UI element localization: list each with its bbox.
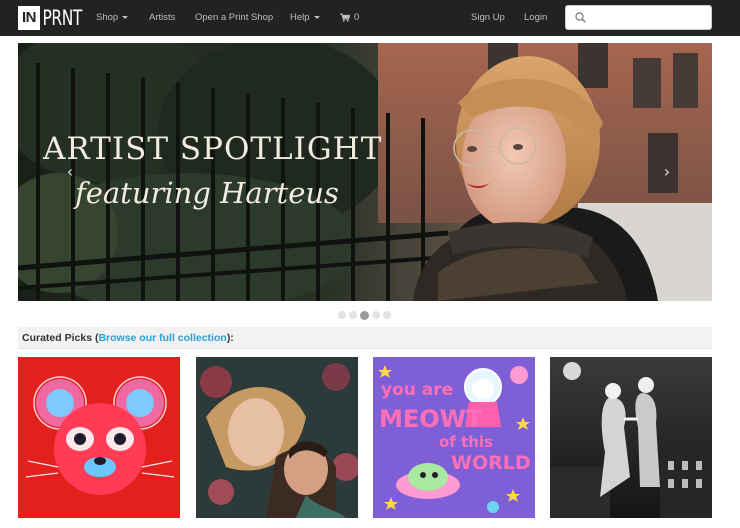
nav-cart-link[interactable]: 0 (340, 0, 359, 36)
chevron-left-icon[interactable]: ‹ (63, 163, 77, 181)
carousel-dot-5[interactable] (383, 311, 391, 319)
search-icon (575, 12, 586, 23)
search-box (565, 5, 712, 30)
hero-photo (18, 43, 712, 301)
caret-down-icon (313, 15, 320, 19)
inprnt-logo[interactable]: IN PRNT (18, 6, 91, 30)
curated-prefix: Curated Picks ( (22, 332, 99, 344)
carousel-dot-3-active[interactable] (360, 310, 369, 320)
nav-open-shop-link[interactable]: Open a Print Shop (195, 0, 273, 36)
art-tile-meowt[interactable]: you are MEOWT of this WORLD (373, 357, 535, 518)
art-tile-ghosts[interactable] (550, 357, 712, 518)
meowt-text-line1: you are (381, 380, 453, 400)
cart-icon (340, 13, 350, 22)
carousel-dot-2[interactable] (349, 311, 357, 319)
meowt-text-line2: MEOWT (379, 405, 483, 433)
art-image-meowt: you are MEOWT of this WORLD (373, 357, 535, 518)
hero-title: ARTIST SPOTLIGHT (43, 131, 383, 167)
meowt-text-line3: of this (439, 433, 493, 451)
nav-artists-link[interactable]: Artists (149, 0, 175, 36)
curated-suffix: ): (226, 332, 234, 344)
nav-help-label: Help (290, 12, 310, 23)
top-navbar: IN PRNT Shop Artists Open a Print Shop H… (0, 0, 740, 36)
caret-down-icon (122, 15, 129, 19)
hero-carousel[interactable]: ARTIST SPOTLIGHT featuring Harteus ‹ › (18, 43, 712, 301)
carousel-indicators (338, 310, 391, 320)
meowt-text-line4: WORLD (451, 452, 531, 474)
cart-count: 0 (354, 12, 360, 23)
logo-in-text: IN (18, 6, 40, 30)
browse-collection-link[interactable]: Browse our full collection (98, 332, 226, 344)
carousel-dot-1[interactable] (338, 311, 346, 319)
curated-picks-label: Curated Picks (Browse our full collectio… (22, 327, 234, 349)
curated-picks-header: Curated Picks (Browse our full collectio… (18, 327, 712, 349)
nav-shop-dropdown[interactable]: Shop (96, 0, 129, 36)
art-image-ghosts (550, 357, 712, 518)
nav-shop-label: Shop (96, 12, 119, 23)
nav-login-link[interactable]: Login (524, 0, 547, 36)
carousel-dot-4[interactable] (372, 311, 380, 319)
art-tile-mouse[interactable] (18, 357, 180, 518)
nav-signup-link[interactable]: Sign Up (471, 0, 505, 36)
art-image-couple (196, 357, 358, 518)
hero-subtitle: featuring Harteus (75, 176, 339, 210)
logo-prnt-text: PRNT (42, 6, 82, 30)
art-tile-couple[interactable] (196, 357, 358, 518)
search-input[interactable] (590, 9, 708, 27)
art-image-mouse (18, 357, 180, 518)
chevron-right-icon[interactable]: › (660, 163, 674, 181)
nav-help-dropdown[interactable]: Help (290, 0, 320, 36)
